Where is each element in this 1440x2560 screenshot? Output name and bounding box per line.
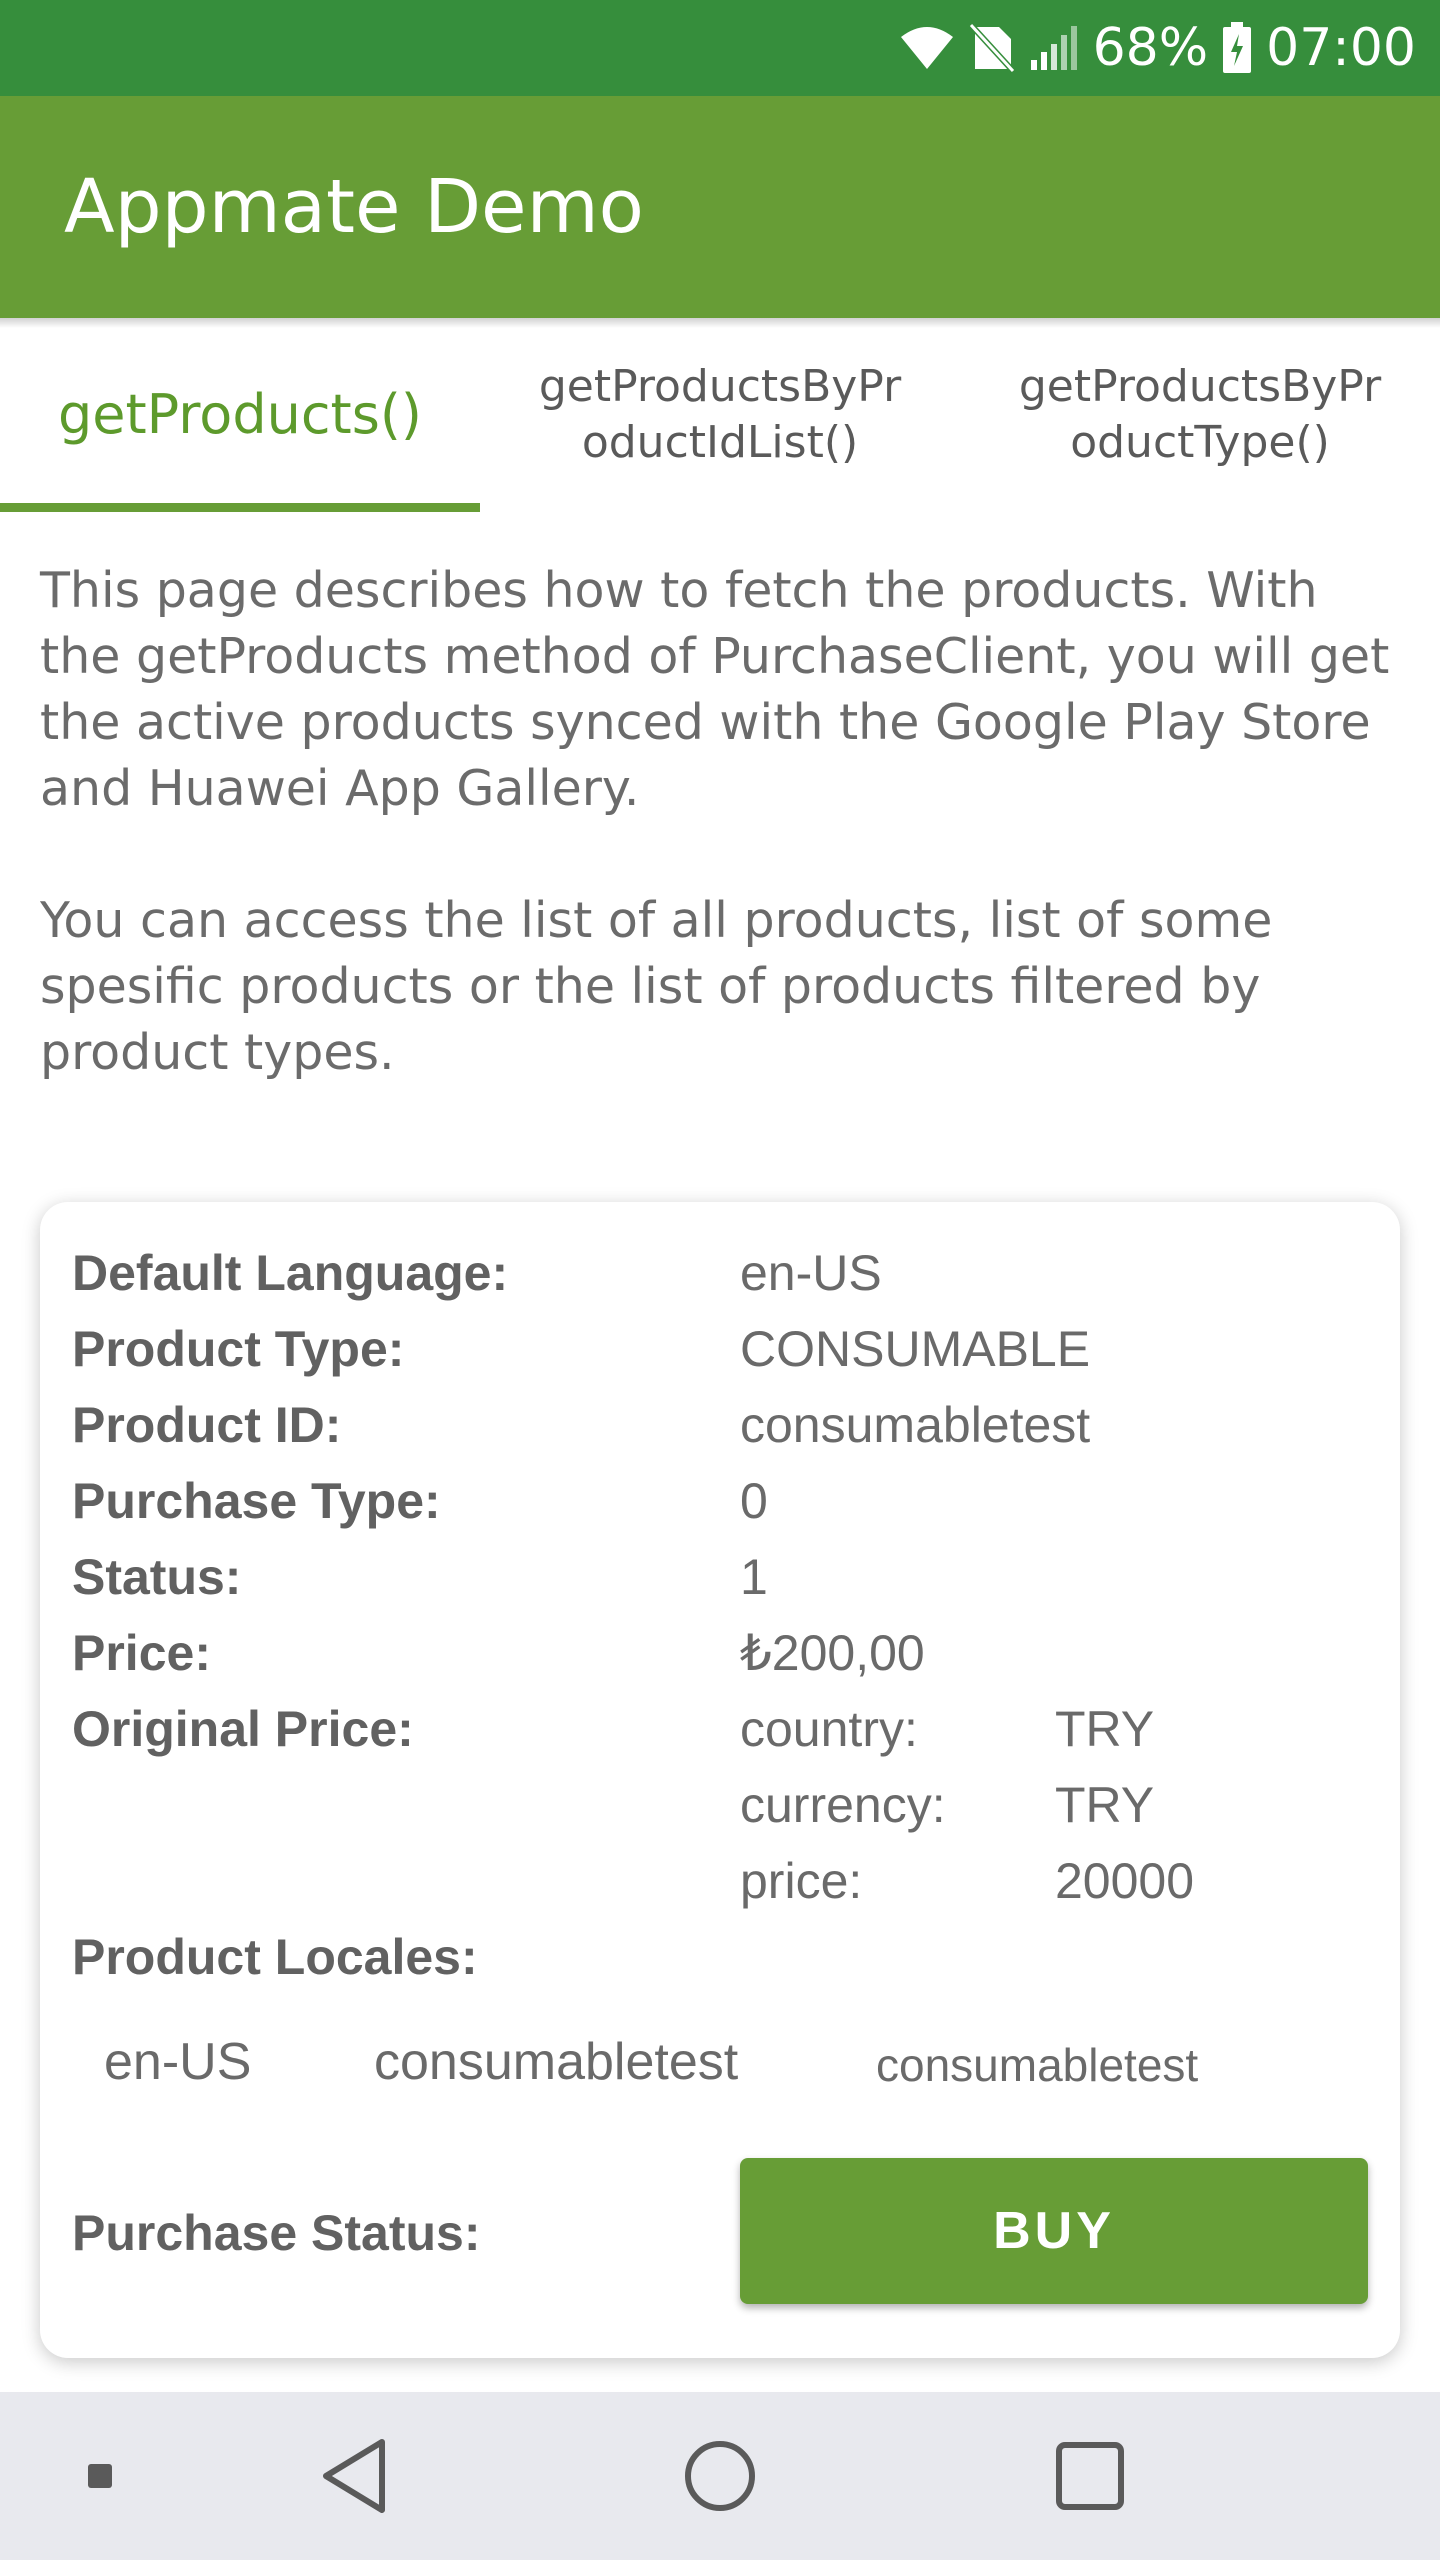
small-square-icon[interactable] — [70, 2392, 130, 2560]
product-id-value: consumabletest — [740, 1397, 1091, 1453]
price-value: ₺200,00 — [740, 1625, 925, 1681]
default-language-label: Default Language: — [72, 1245, 509, 1301]
tab-bar: getProducts() getProductsByPr oductIdLis… — [0, 318, 1440, 512]
app-bar-shadow — [0, 318, 1440, 328]
page-description: This page describes how to fetch the pro… — [40, 558, 1410, 1152]
app-title: Appmate Demo — [64, 164, 644, 250]
product-locales-label: Product Locales: — [72, 1929, 478, 1985]
locale-language: en-US — [104, 2033, 252, 2091]
purchase-status-label: Purchase Status: — [72, 2205, 481, 2261]
original-price-price-label: price: — [740, 1853, 863, 1909]
product-type-value: CONSUMABLE — [740, 1321, 1091, 1377]
original-price-currency-value: TRY — [1055, 1777, 1155, 1833]
clock: 07:00 — [1266, 18, 1416, 78]
buy-button[interactable]: BUY — [740, 2158, 1368, 2304]
back-icon[interactable] — [300, 2392, 410, 2560]
tab-get-products[interactable]: getProducts() — [0, 318, 480, 512]
navigation-bar — [0, 2392, 1440, 2560]
tab-get-products-by-product-id-list[interactable]: getProductsByPr oductIdList() — [480, 318, 960, 512]
purchase-type-value: 0 — [740, 1473, 768, 1529]
battery-percent: 68% — [1092, 18, 1209, 78]
original-price-currency-label: currency: — [740, 1777, 946, 1833]
tab-get-products-by-product-type[interactable]: getProductsByPr oductType() — [960, 318, 1440, 512]
purchase-type-label: Purchase Type: — [72, 1473, 441, 1529]
original-price-country-label: country: — [740, 1701, 918, 1757]
default-language-value: en-US — [740, 1245, 882, 1301]
recents-icon[interactable] — [1035, 2392, 1145, 2560]
app-bar: Appmate Demo — [0, 96, 1440, 318]
signal-icon — [1029, 24, 1079, 72]
locale-name: consumabletest — [374, 2033, 739, 2091]
status-icons: 68% 07:00 — [899, 0, 1416, 96]
description-paragraph-1: This page describes how to fetch the pro… — [40, 562, 1390, 817]
product-card: Default Language: en-US Product Type: CO… — [40, 1202, 1400, 2358]
active-tab-indicator — [0, 503, 480, 512]
description-paragraph-2: You can access the list of all products,… — [40, 892, 1273, 1081]
wifi-icon — [899, 25, 955, 71]
battery-icon — [1222, 22, 1252, 74]
price-label: Price: — [72, 1625, 211, 1681]
product-id-label: Product ID: — [72, 1397, 342, 1453]
locale-description: consumabletest — [876, 2039, 1199, 2091]
no-sim-icon — [968, 23, 1015, 73]
home-icon[interactable] — [665, 2392, 775, 2560]
original-price-country-value: TRY — [1055, 1701, 1155, 1757]
original-price-label: Original Price: — [72, 1701, 414, 1757]
status-label: Status: — [72, 1549, 242, 1605]
product-type-label: Product Type: — [72, 1321, 405, 1377]
status-value: 1 — [740, 1549, 768, 1605]
status-bar: 68% 07:00 — [0, 0, 1440, 96]
original-price-price-value: 20000 — [1055, 1853, 1195, 1909]
